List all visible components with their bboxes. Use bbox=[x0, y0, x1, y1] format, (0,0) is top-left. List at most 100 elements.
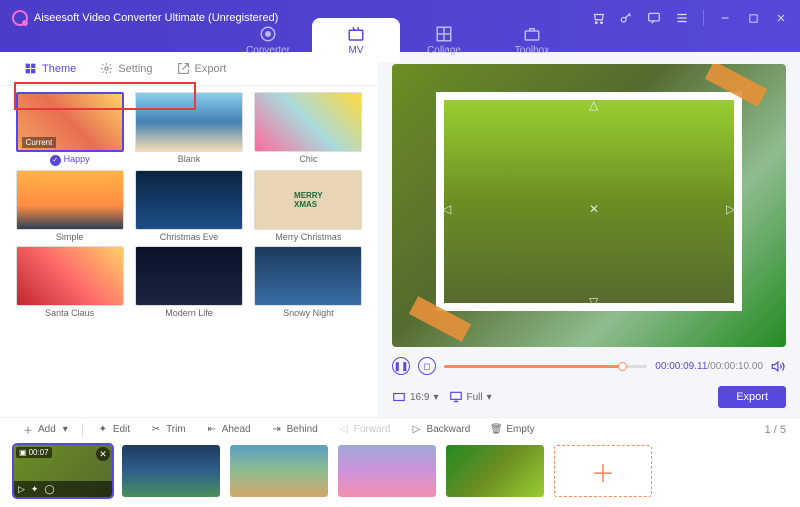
theme-snowy-night[interactable]: Snowy Night bbox=[253, 246, 364, 318]
clip-strip: ▣ 00:07 ✕ ▷ ✦ ◯ ＋ bbox=[0, 441, 800, 507]
ratio-icon bbox=[392, 390, 406, 404]
timeline-slider[interactable] bbox=[444, 365, 647, 368]
collage-icon bbox=[435, 25, 453, 43]
clip-item[interactable] bbox=[230, 445, 328, 497]
playback-controls: ❚❚ ◻ 00:00:09.11/00:00:10.00 bbox=[392, 353, 786, 379]
export-icon bbox=[177, 62, 190, 75]
maximize-icon[interactable] bbox=[746, 11, 760, 25]
sub-tab-label: Export bbox=[195, 63, 227, 75]
theme-christmas-eve[interactable]: Christmas Eve bbox=[133, 170, 244, 242]
chevron-down-icon: ▾ bbox=[63, 424, 68, 435]
key-icon[interactable] bbox=[619, 11, 633, 25]
timecode: 00:00:09.11/00:00:10.00 bbox=[655, 361, 763, 372]
clip-item[interactable] bbox=[446, 445, 544, 497]
handle-right[interactable]: ▷ bbox=[726, 202, 736, 212]
play-icon[interactable]: ▷ bbox=[18, 484, 25, 495]
gear-icon bbox=[100, 62, 113, 75]
theme-label: Christmas Eve bbox=[160, 232, 219, 242]
star-icon[interactable]: ✦ bbox=[31, 484, 39, 495]
handle-top[interactable]: △ bbox=[589, 98, 599, 108]
backward-button[interactable]: ▷Backward bbox=[402, 421, 478, 439]
chevron-down-icon: ▾ bbox=[433, 392, 438, 403]
handle-left[interactable]: ◁ bbox=[442, 202, 452, 212]
current-badge: Current bbox=[22, 137, 57, 148]
theme-label: Merry Christmas bbox=[275, 232, 341, 242]
check-icon: ✓ bbox=[50, 155, 61, 166]
theme-merry-christmas[interactable]: MERRYXMASMerry Christmas bbox=[253, 170, 364, 242]
close-icon[interactable] bbox=[774, 11, 788, 25]
sub-tab-label: Theme bbox=[42, 63, 76, 75]
export-row: 16:9 ▾ Full ▾ Export bbox=[392, 383, 786, 411]
clip-item[interactable] bbox=[338, 445, 436, 497]
tab-label: Toolbox bbox=[515, 45, 549, 56]
feedback-icon[interactable] bbox=[647, 11, 661, 25]
title-bar: Aiseesoft Video Converter Ultimate (Unre… bbox=[0, 0, 800, 52]
logo-icon bbox=[12, 10, 28, 26]
plus-icon: ＋ bbox=[22, 424, 34, 436]
toolbox-icon bbox=[523, 25, 541, 43]
behind-icon: ⇥ bbox=[271, 424, 283, 436]
theme-label: Simple bbox=[56, 232, 84, 242]
behind-button[interactable]: ⇥Behind bbox=[263, 421, 326, 439]
system-icons bbox=[591, 10, 788, 26]
theme-label: Blank bbox=[178, 154, 201, 164]
tab-converter[interactable]: Converter bbox=[224, 18, 312, 62]
handle-bottom[interactable]: ▽ bbox=[589, 295, 599, 305]
empty-button[interactable]: 🗑Empty bbox=[482, 421, 542, 439]
sub-tab-theme[interactable]: Theme bbox=[16, 58, 84, 79]
theme-chic[interactable]: Chic bbox=[253, 92, 364, 166]
edit-button[interactable]: ✦Edit bbox=[89, 421, 138, 439]
tab-mv[interactable]: MV bbox=[312, 18, 400, 62]
circle-icon[interactable]: ◯ bbox=[44, 484, 54, 495]
menu-icon[interactable] bbox=[675, 11, 689, 25]
separator bbox=[703, 10, 704, 26]
pause-button[interactable]: ❚❚ bbox=[392, 357, 410, 375]
trim-button[interactable]: ✂Trim bbox=[142, 421, 194, 439]
add-button[interactable]: ＋Add▾ bbox=[14, 421, 76, 439]
tab-label: Converter bbox=[246, 45, 290, 56]
theme-label: Snowy Night bbox=[283, 308, 334, 318]
page-indicator: 1 / 5 bbox=[765, 424, 786, 436]
scissors-icon: ✂ bbox=[150, 424, 162, 436]
clip-remove-icon[interactable]: ✕ bbox=[96, 447, 110, 461]
video-preview[interactable]: △ ▽ ◁ ▷ ✕ bbox=[392, 64, 786, 347]
tab-toolbox[interactable]: Toolbox bbox=[488, 18, 576, 62]
sub-tab-setting[interactable]: Setting bbox=[92, 58, 160, 79]
trash-icon: 🗑 bbox=[490, 424, 502, 436]
theme-simple[interactable]: Simple bbox=[14, 170, 125, 242]
mv-icon bbox=[347, 25, 365, 43]
main-tabs: Converter MV Collage Toolbox bbox=[224, 18, 576, 62]
clip-actions: ▷ ✦ ◯ bbox=[14, 481, 112, 497]
theme-santa-claus[interactable]: Santa Claus bbox=[14, 246, 125, 318]
export-button[interactable]: Export bbox=[718, 386, 786, 408]
chevron-down-icon: ▾ bbox=[487, 392, 492, 403]
handle-center[interactable]: ✕ bbox=[589, 202, 599, 212]
theme-label: ✓Happy bbox=[50, 154, 90, 166]
theme-happy[interactable]: Current ✓Happy bbox=[14, 92, 125, 166]
aspect-ratio-select[interactable]: 16:9 ▾ bbox=[392, 390, 439, 404]
ahead-icon: ⇤ bbox=[206, 424, 218, 436]
tab-collage[interactable]: Collage bbox=[400, 18, 488, 62]
theme-grid: Current ✓Happy Blank Chic Simple Christm… bbox=[0, 86, 378, 417]
clip-duration: ▣ 00:07 bbox=[16, 447, 52, 458]
clip-toolbar: ＋Add▾ ✦Edit ✂Trim ⇤Ahead ⇥Behind ◁Forwar… bbox=[0, 418, 800, 441]
converter-icon bbox=[259, 25, 277, 43]
stop-button[interactable]: ◻ bbox=[418, 357, 436, 375]
minimize-icon[interactable] bbox=[718, 11, 732, 25]
theme-label: Modern Life bbox=[165, 308, 213, 318]
volume-icon[interactable] bbox=[771, 359, 786, 374]
tab-label: MV bbox=[349, 45, 364, 56]
add-clip-button[interactable]: ＋ bbox=[554, 445, 652, 497]
clip-item[interactable] bbox=[122, 445, 220, 497]
left-panel: Theme Setting Export Current ✓Happy Blan… bbox=[0, 52, 378, 417]
separator bbox=[82, 423, 83, 437]
sub-tab-label: Setting bbox=[118, 63, 152, 75]
ahead-button[interactable]: ⇤Ahead bbox=[198, 421, 259, 439]
clip-item[interactable]: ▣ 00:07 ✕ ▷ ✦ ◯ bbox=[14, 445, 112, 497]
theme-modern-life[interactable]: Modern Life bbox=[133, 246, 244, 318]
theme-blank[interactable]: Blank bbox=[133, 92, 244, 166]
backward-icon: ▷ bbox=[410, 424, 422, 436]
display-mode-select[interactable]: Full ▾ bbox=[449, 390, 492, 404]
plus-icon: ＋ bbox=[591, 454, 615, 489]
cart-icon[interactable] bbox=[591, 11, 605, 25]
